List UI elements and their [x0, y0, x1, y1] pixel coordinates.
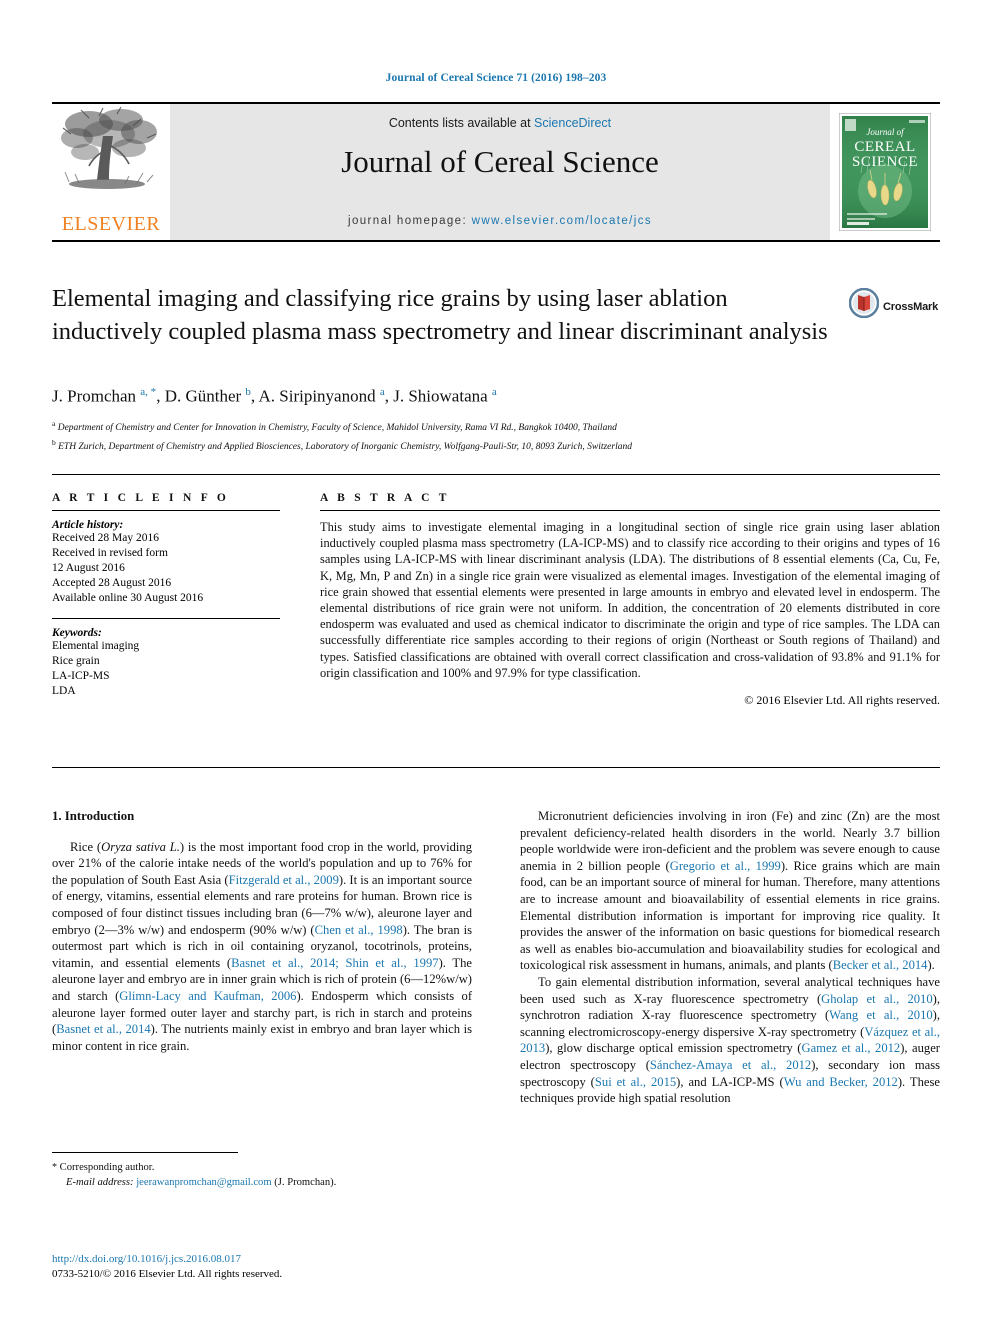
svg-text:Journal of: Journal of	[866, 127, 905, 137]
intro-paragraph-right-1: Micronutrient deficiencies involving in …	[520, 809, 940, 973]
section-heading-introduction: 1. Introduction	[52, 809, 135, 823]
affiliation-item-b: b ETH Zurich, Department of Chemistry an…	[52, 437, 632, 452]
abstract-text: This study aims to investigate elemental…	[320, 520, 940, 680]
copyright-line: © 2016 Elsevier Ltd. All rights reserved…	[744, 693, 940, 708]
affiliation-item-a: a Department of Chemistry and Center for…	[52, 419, 617, 434]
sciencedirect-link[interactable]: ScienceDirect	[534, 116, 611, 130]
crossmark-badge[interactable]: CrossMark	[848, 287, 945, 334]
journal-masthead: ELSEVIER Contents lists available at Sci…	[52, 102, 940, 242]
keyword-item: Rice grain	[52, 655, 100, 667]
email-label: E-mail address:	[66, 1176, 134, 1188]
article-info-heading: A R T I C L E I N F O	[52, 492, 230, 504]
email-link[interactable]: jeerawanpromchan@gmail.com	[136, 1177, 271, 1188]
homepage-prefix: journal homepage:	[348, 215, 472, 227]
intro-paragraph-left: Rice (Oryza sativa L.) is the most impor…	[52, 839, 473, 1053]
abstract-column: A B S T R A C T This study aims to inves…	[320, 492, 940, 708]
history-item: Received in revised form	[52, 547, 168, 559]
running-head: Journal of Cereal Science 71 (2016) 198–…	[385, 72, 607, 84]
cereal-science-cover-image: Journal of CEREAL SCIENCE	[839, 113, 931, 231]
body-column-right: Micronutrient deficiencies involving in …	[520, 808, 940, 1107]
intro-paragraph-right-2: To gain elemental distribution informati…	[520, 974, 941, 1106]
info-band-bottom-rule	[52, 767, 940, 768]
email-note: E-mail address: jeerawanpromchan@gmail.c…	[52, 1176, 472, 1191]
crossmark-label: CrossMark	[883, 301, 939, 313]
footnote-rule	[52, 1152, 238, 1153]
corresponding-author-note: * Corresponding author.	[52, 1162, 155, 1173]
masthead-center-band: Contents lists available at ScienceDirec…	[170, 104, 830, 240]
paper-page: Journal of Cereal Science 71 (2016) 198–…	[0, 0, 992, 1323]
affiliation-list: a Department of Chemistry and Center for…	[52, 417, 942, 454]
page-title: Elemental imaging and classifying rice g…	[52, 285, 828, 345]
article-info-column: A R T I C L E I N F O Article history: R…	[52, 492, 280, 699]
elsevier-wordmark: ELSEVIER	[61, 213, 161, 235]
history-item: Available online 30 August 2016	[52, 592, 204, 604]
keyword-item: LA-ICP-MS	[52, 670, 110, 682]
svg-text:CEREAL: CEREAL	[854, 139, 915, 155]
elsevier-logo: ELSEVIER	[52, 104, 170, 240]
asterisk-icon: *	[52, 1162, 57, 1173]
keywords-rule	[52, 618, 280, 619]
info-band-top-rule	[52, 474, 940, 475]
abstract-heading: A B S T R A C T	[320, 492, 450, 504]
keyword-item: LDA	[52, 685, 76, 697]
history-item: 12 August 2016	[52, 562, 125, 574]
crossmark-icon	[848, 287, 880, 319]
doi-link[interactable]: http://dx.doi.org/10.1016/j.jcs.2016.08.…	[52, 1253, 241, 1265]
keywords-label: Keywords:	[52, 627, 102, 639]
history-item: Received 28 May 2016	[52, 532, 159, 544]
doi-block: http://dx.doi.org/10.1016/j.jcs.2016.08.…	[52, 1252, 482, 1282]
article-history-label: Article history:	[52, 519, 124, 531]
issn-copyright-line: 0733-5210/© 2016 Elsevier Ltd. All right…	[52, 1268, 283, 1280]
abstract-rule	[320, 510, 940, 511]
history-item: Accepted 28 August 2016	[52, 577, 172, 589]
email-owner: (J. Promchan).	[274, 1176, 337, 1188]
footnote-block: * Corresponding author. E-mail address: …	[52, 1161, 472, 1190]
elsevier-tree-icon	[61, 106, 157, 189]
journal-homepage-line: journal homepage: www.elsevier.com/locat…	[170, 215, 830, 227]
journal-cover-thumbnail: Journal of CEREAL SCIENCE	[830, 104, 940, 240]
keyword-item: Elemental imaging	[52, 640, 140, 652]
journal-title: Journal of Cereal Science	[341, 144, 659, 179]
author-list: J. Promchan a, *, D. Günther b, A. Sirip…	[52, 386, 497, 406]
contents-prefix: Contents lists available at	[388, 116, 535, 130]
body-column-left: 1. Introduction Rice (Oryza sativa L.) i…	[52, 808, 472, 1054]
article-info-rule	[52, 510, 280, 511]
contents-lists-line: Contents lists available at ScienceDirec…	[170, 116, 830, 130]
journal-homepage-link[interactable]: www.elsevier.com/locate/jcs	[472, 215, 652, 227]
title-block: Elemental imaging and classifying rice g…	[52, 282, 842, 348]
